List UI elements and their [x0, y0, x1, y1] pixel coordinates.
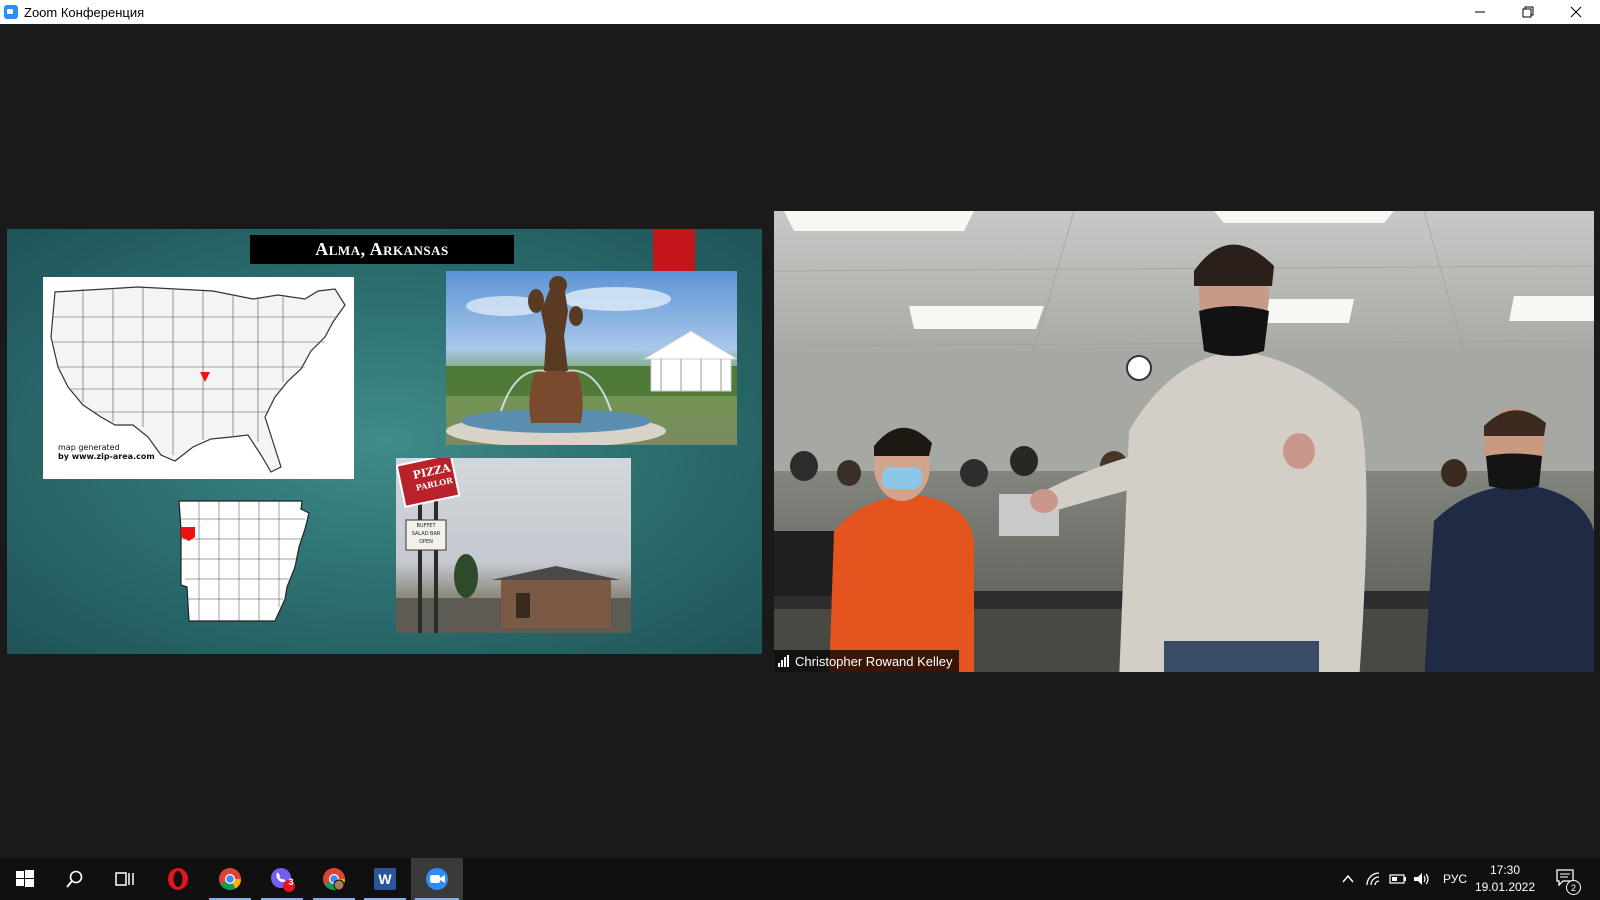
restore-button[interactable]	[1504, 0, 1552, 24]
us-map-caption: map generated by www.zip-area.com	[58, 443, 155, 461]
shared-slide: Alma, Arkansas map generated by www.zip-…	[7, 229, 762, 654]
minimize-button[interactable]	[1456, 0, 1504, 24]
word-icon: W	[374, 868, 396, 890]
word-button[interactable]: W	[360, 858, 410, 900]
participant-video-tile[interactable]: Christopher Rowand Kelley	[774, 211, 1594, 672]
zoom-button[interactable]	[411, 858, 463, 900]
taskbar: 3 W РУС 17:30 19.01.2022 2	[0, 858, 1600, 900]
task-view-button[interactable]	[100, 858, 150, 900]
viber-badge: 3	[288, 877, 294, 887]
opera-button[interactable]	[153, 858, 203, 900]
pizza-parlor-photo: PIZZA PARLOR BUFFET SALAD BAR OPEN	[396, 458, 631, 633]
chrome-profile-button[interactable]	[309, 858, 359, 900]
clock-date: 19.01.2022	[1474, 880, 1536, 894]
participant-name: Christopher Rowand Kelley	[795, 653, 953, 669]
classroom-video-frame	[774, 211, 1594, 672]
zoom-icon	[426, 868, 448, 890]
arkansas-county-map	[177, 499, 317, 624]
window-title: Zoom Конференция	[24, 4, 145, 20]
clock[interactable]: 17:30 19.01.2022	[1470, 862, 1540, 896]
meeting-stage: Alma, Arkansas map generated by www.zip-…	[0, 24, 1600, 858]
restore-icon	[1522, 6, 1534, 18]
chevron-up-icon[interactable]	[1341, 872, 1355, 886]
clock-time: 17:30	[1489, 863, 1521, 877]
close-icon	[1570, 6, 1582, 18]
battery-icon[interactable]	[1389, 872, 1407, 886]
us-map-image: map generated by www.zip-area.com	[43, 277, 354, 479]
minimize-icon	[1475, 11, 1485, 13]
notification-count: 2	[1566, 880, 1581, 895]
popeye-statue-photo	[446, 271, 737, 445]
zoom-app-icon	[4, 5, 18, 19]
slide-title: Alma, Arkansas	[250, 235, 514, 264]
window-controls	[1456, 0, 1600, 24]
chrome-button[interactable]	[205, 858, 255, 900]
viber-button[interactable]: 3	[257, 858, 307, 900]
close-button[interactable]	[1552, 0, 1600, 24]
signal-bars-icon	[778, 655, 789, 667]
sign-board: BUFFET SALAD BAR OPEN	[411, 523, 441, 545]
participant-name-tag: Christopher Rowand Kelley	[774, 650, 959, 672]
search-button[interactable]	[50, 858, 100, 900]
network-icon[interactable]	[1365, 871, 1381, 887]
start-button[interactable]	[0, 858, 50, 900]
opera-icon	[168, 868, 188, 890]
task-view-icon	[115, 872, 134, 886]
title-bar: Zoom Конференция	[0, 0, 1600, 24]
windows-icon	[16, 870, 34, 887]
notifications-button[interactable]: 2	[1555, 868, 1581, 895]
chrome-icon	[219, 868, 241, 890]
volume-icon[interactable]	[1413, 871, 1431, 887]
red-accent-block	[653, 229, 695, 272]
chrome-profile-icon	[323, 868, 345, 891]
language-indicator[interactable]: РУС	[1443, 872, 1467, 886]
search-icon	[66, 870, 83, 888]
